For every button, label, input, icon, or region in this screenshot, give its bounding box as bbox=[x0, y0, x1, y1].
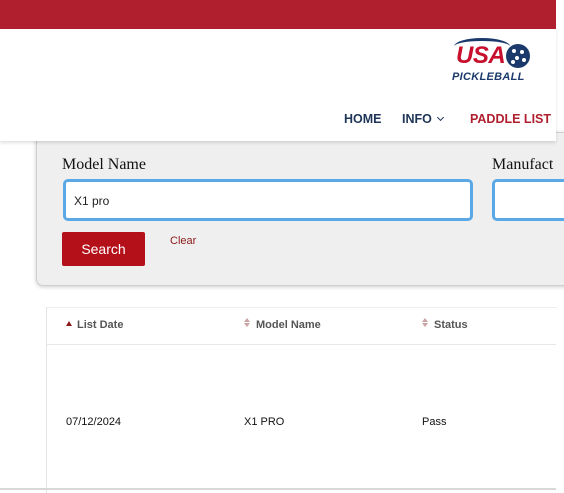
column-label: Status bbox=[434, 319, 468, 331]
usa-pickleball-logo[interactable]: USA PICKLEBALL bbox=[450, 38, 532, 86]
window-bottom-edge bbox=[0, 488, 556, 490]
nav-info[interactable]: INFO bbox=[402, 112, 444, 126]
pickleball-icon bbox=[506, 44, 530, 68]
model-name-input[interactable]: X1 pro bbox=[63, 179, 473, 221]
table-cell-list-date: 07/12/2024 bbox=[66, 416, 122, 428]
top-brand-bar bbox=[0, 0, 556, 29]
logo-subtitle: PICKLEBALL bbox=[452, 71, 525, 83]
clear-link[interactable]: Clear bbox=[170, 235, 196, 247]
column-label: Model Name bbox=[256, 319, 321, 331]
search-button[interactable]: Search bbox=[62, 232, 145, 266]
table-header-divider bbox=[46, 344, 556, 345]
paddle-results-table bbox=[46, 307, 557, 493]
column-header-model-name[interactable]: Model Name bbox=[244, 318, 321, 331]
manufacturer-label: Manufact bbox=[492, 156, 554, 173]
logo-word: USA bbox=[456, 42, 506, 69]
column-header-list-date[interactable]: List Date bbox=[66, 319, 123, 331]
sort-ascending-icon bbox=[66, 321, 72, 326]
column-header-status[interactable]: Status bbox=[422, 318, 468, 331]
model-name-value: X1 pro bbox=[74, 194, 110, 208]
table-cell-model-name[interactable]: X1 PRO bbox=[244, 416, 284, 428]
nav-home[interactable]: HOME bbox=[344, 112, 382, 126]
column-label: List Date bbox=[77, 319, 124, 331]
table-cell-status: Pass bbox=[422, 416, 447, 428]
sort-icon bbox=[244, 318, 251, 327]
chevron-down-icon bbox=[436, 113, 444, 122]
site-header: USA PICKLEBALL HOME INFO PADDLE LIST bbox=[0, 29, 556, 141]
nav-paddle-list[interactable]: PADDLE LIST bbox=[470, 112, 551, 126]
manufacturer-input[interactable] bbox=[492, 179, 564, 221]
nav-info-label: INFO bbox=[402, 112, 432, 126]
model-name-label: Model Name bbox=[62, 156, 146, 173]
sort-icon bbox=[422, 318, 429, 327]
